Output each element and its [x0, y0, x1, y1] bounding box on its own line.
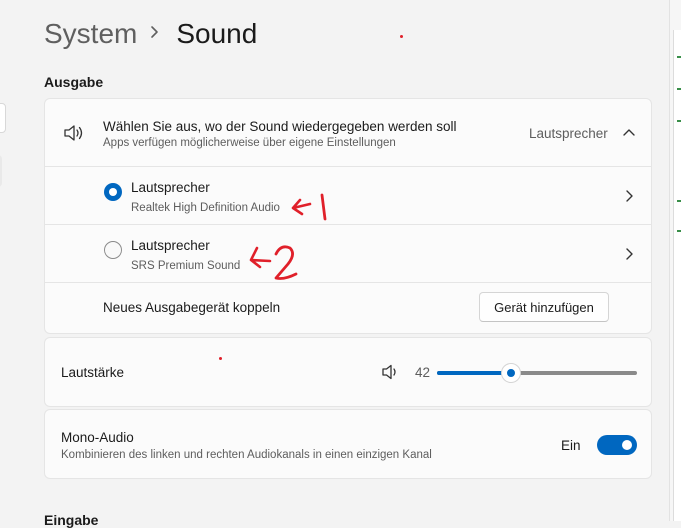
background-window-fragment: [0, 103, 6, 133]
volume-label: Lautstärke: [61, 365, 125, 380]
pair-device-label: Neues Ausgabegerät koppeln: [103, 300, 281, 315]
radio-selected-icon[interactable]: [104, 183, 122, 201]
background-marker: [677, 56, 681, 58]
output-selector-title: Wählen Sie aus, wo der Sound wiedergegeb…: [103, 119, 457, 134]
background-marker: [677, 200, 681, 202]
mono-audio-subtitle: Kombinieren des linken und rechten Audio…: [61, 449, 432, 461]
output-selected-value: Lautsprecher: [529, 126, 608, 141]
mono-audio-title: Mono-Audio: [61, 430, 134, 445]
output-card: Wählen Sie aus, wo der Sound wiedergegeb…: [44, 98, 652, 334]
mono-audio-state: Ein: [561, 438, 581, 453]
page-title: Sound: [176, 18, 258, 49]
breadcrumb: System Sound: [44, 18, 257, 50]
output-device-row[interactable]: Lautsprecher SRS Premium Sound: [45, 225, 651, 282]
device-detail: Realtek High Definition Audio: [131, 202, 280, 214]
chevron-up-icon[interactable]: [622, 128, 636, 137]
volume-slider[interactable]: [437, 362, 637, 384]
device-detail: SRS Premium Sound: [131, 260, 241, 272]
radio-unselected-icon[interactable]: [104, 241, 122, 259]
section-heading-output: Ausgabe: [44, 74, 104, 90]
output-selector-row[interactable]: Wählen Sie aus, wo der Sound wiedergegeb…: [45, 99, 651, 166]
background-window-fragment: [0, 155, 2, 187]
background-marker: [677, 230, 681, 232]
background-marker: [677, 88, 681, 90]
chevron-right-icon: [150, 22, 159, 45]
toggle-knob: [622, 440, 632, 450]
pair-device-row: Neues Ausgabegerät koppeln Gerät hinzufü…: [45, 283, 651, 333]
device-name: Lautsprecher: [131, 180, 210, 195]
background-marker: [677, 120, 681, 122]
volume-value: 42: [415, 365, 431, 380]
annotation-dot: [400, 35, 403, 38]
breadcrumb-system[interactable]: System: [44, 18, 137, 50]
volume-card: Lautstärke 42: [44, 337, 652, 407]
annotation-dot: [219, 357, 222, 360]
background-window-strip: [673, 30, 681, 521]
section-heading-input: Eingabe: [44, 512, 99, 528]
volume-slider-thumb[interactable]: [501, 363, 522, 383]
mono-audio-card: Mono-Audio Kombinieren des linken und re…: [44, 409, 652, 479]
add-device-button[interactable]: Gerät hinzufügen: [479, 292, 609, 322]
speaker-icon: [64, 125, 83, 141]
annotation-arrow-2: [249, 245, 298, 280]
chevron-right-icon[interactable]: [625, 189, 634, 203]
output-selector-subtitle: Apps verfügen möglicherweise über eigene…: [103, 137, 396, 149]
volume-slider-fill: [437, 371, 512, 375]
device-name: Lautsprecher: [131, 238, 210, 253]
output-device-row[interactable]: Lautsprecher Realtek High Definition Aud…: [45, 167, 651, 224]
annotation-arrow-1: [291, 193, 327, 221]
volume-icon[interactable]: [381, 364, 401, 380]
chevron-right-icon[interactable]: [625, 247, 634, 261]
mono-audio-toggle[interactable]: [597, 435, 637, 455]
